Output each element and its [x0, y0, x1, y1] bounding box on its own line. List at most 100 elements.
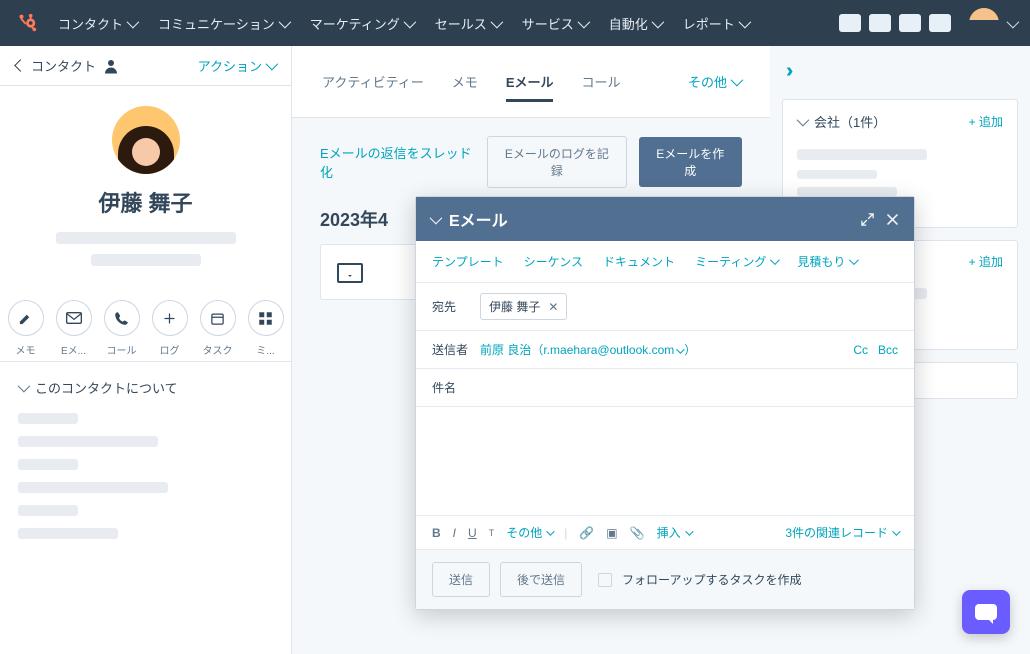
chevron-down-icon: [403, 15, 416, 28]
collapse-icon[interactable]: [430, 215, 439, 224]
compose-tab-meeting[interactable]: ミーティング: [695, 253, 777, 270]
sender-dropdown[interactable]: 前原 良治（r.maehara@outlook.com）: [480, 341, 696, 358]
send-later-button[interactable]: 後で送信: [500, 562, 582, 597]
chevron-down-icon: [546, 527, 554, 535]
action-email[interactable]: Eメ...: [53, 300, 95, 357]
chevron-down-icon[interactable]: [1007, 15, 1020, 28]
placeholder-line: [797, 170, 877, 179]
tab-other[interactable]: その他: [688, 62, 740, 101]
nav-automation[interactable]: 自動化: [609, 14, 661, 33]
compose-tab-template[interactable]: テンプレート: [432, 253, 504, 270]
link-icon[interactable]: 🔗: [579, 526, 594, 540]
chevron-down-icon: [797, 114, 810, 127]
chevron-down-icon: [490, 15, 503, 28]
action-task[interactable]: タスク: [197, 300, 239, 357]
italic-button[interactable]: I: [453, 526, 456, 540]
create-email-button[interactable]: Eメールを作成: [639, 137, 742, 187]
company-toggle[interactable]: 会社（1件）: [797, 112, 886, 131]
chevron-down-icon: [738, 15, 751, 28]
compose-title: Eメール: [449, 207, 850, 231]
compose-footer: 送信 後で送信 フォローアップするタスクを作成: [416, 549, 914, 609]
tab-call[interactable]: コール: [581, 62, 620, 101]
nav-pill[interactable]: [899, 14, 921, 32]
chevron-down-icon: [577, 15, 590, 28]
bcc-link[interactable]: Bcc: [878, 343, 898, 357]
compose-tabs: テンプレート シーケンス ドキュメント ミーティング 見積もり: [416, 241, 914, 283]
placeholder-line: [18, 528, 118, 539]
tab-email[interactable]: Eメール: [506, 62, 554, 101]
image-icon[interactable]: ▣: [606, 526, 617, 540]
attachment-icon[interactable]: 📎: [630, 526, 645, 540]
expand-panel-icon[interactable]: ››: [782, 60, 1018, 83]
placeholder-line: [18, 482, 168, 493]
nav-service[interactable]: サービス: [522, 14, 587, 33]
related-records[interactable]: 3件の関連レコード: [785, 524, 898, 541]
chevron-down-icon: [18, 380, 31, 393]
chevron-down-icon: [731, 74, 744, 87]
compose-tab-quote[interactable]: 見積もり: [797, 253, 856, 270]
nav-right: [839, 8, 1016, 38]
contact-sidebar: コンタクト アクション 伊藤 舞子 メモ Eメ... コール ログ タスク ミ.…: [0, 46, 292, 654]
nav-contacts[interactable]: コンタクト: [58, 14, 136, 33]
placeholder-line: [18, 505, 78, 516]
recipient-chip[interactable]: 伊藤 舞子✕: [480, 293, 567, 320]
action-log[interactable]: ログ: [149, 300, 191, 357]
from-field: 送信者 前原 良治（r.maehara@outlook.com） CcBcc: [416, 331, 914, 369]
thread-replies-link[interactable]: Eメールの返信をスレッド化: [320, 143, 475, 181]
nav-pill[interactable]: [929, 14, 951, 32]
chat-fab[interactable]: [962, 590, 1010, 634]
top-nav: コンタクト コミュニケーション マーケティング セールス サービス 自動化 レポ…: [0, 0, 1030, 46]
to-field[interactable]: 宛先 伊藤 舞子✕: [416, 283, 914, 331]
phone-icon: [114, 311, 129, 326]
chevron-down-icon: [266, 58, 279, 71]
format-other[interactable]: その他: [506, 524, 552, 541]
compose-tab-document[interactable]: ドキュメント: [603, 253, 675, 270]
remove-chip-icon[interactable]: ✕: [548, 300, 558, 314]
chevron-down-icon: [770, 255, 780, 265]
compose-body[interactable]: [416, 407, 914, 515]
add-company-link[interactable]: + 追加: [969, 113, 1003, 130]
action-call[interactable]: コール: [101, 300, 143, 357]
font-size-button[interactable]: T: [489, 528, 495, 538]
placeholder-line: [56, 232, 236, 244]
followup-label: フォローアップするタスクを作成: [622, 571, 802, 588]
about-toggle[interactable]: このコンタクトについて: [18, 378, 273, 397]
nav-pill[interactable]: [869, 14, 891, 32]
nav-communication[interactable]: コミュニケーション: [158, 14, 288, 33]
back-to-contacts[interactable]: コンタクト: [16, 56, 120, 75]
bold-button[interactable]: B: [432, 526, 441, 540]
compose-tab-sequence[interactable]: シーケンス: [524, 253, 583, 270]
tab-activity[interactable]: アクティビティー: [322, 62, 424, 101]
chevron-down-icon: [651, 15, 664, 28]
user-avatar-icon[interactable]: [969, 8, 999, 38]
insert-dropdown[interactable]: 挿入: [657, 524, 691, 541]
nav-links: コンタクト コミュニケーション マーケティング セールス サービス 自動化 レポ…: [58, 14, 839, 33]
placeholder-line: [18, 459, 78, 470]
chevron-down-icon: [849, 255, 859, 265]
followup-checkbox[interactable]: [598, 573, 612, 587]
chat-icon: [975, 604, 997, 620]
nav-sales[interactable]: セールス: [435, 14, 500, 33]
action-more[interactable]: ミ...: [245, 300, 287, 357]
contact-avatar[interactable]: [112, 106, 180, 174]
send-button[interactable]: 送信: [432, 562, 490, 597]
nav-reports[interactable]: レポート: [683, 14, 748, 33]
close-icon[interactable]: [885, 212, 900, 227]
hubspot-logo-icon[interactable]: [14, 10, 40, 36]
action-memo[interactable]: メモ: [5, 300, 47, 357]
log-email-button[interactable]: Eメールのログを記録: [487, 136, 626, 188]
add-related-link[interactable]: + 追加: [969, 253, 1003, 270]
nav-marketing[interactable]: マーケティング: [310, 14, 413, 33]
tab-memo[interactable]: メモ: [452, 62, 478, 101]
actions-dropdown[interactable]: アクション: [198, 56, 275, 75]
cc-link[interactable]: Cc: [853, 343, 868, 357]
subject-field[interactable]: 件名: [416, 369, 914, 407]
email-compose-modal: Eメール テンプレート シーケンス ドキュメント ミーティング 見積もり 宛先 …: [415, 196, 915, 610]
person-icon: [102, 57, 120, 75]
underline-button[interactable]: U: [468, 526, 477, 540]
activity-tabs: アクティビティー メモ Eメール コール その他: [292, 46, 770, 118]
chevron-left-icon: [14, 59, 27, 72]
nav-pill[interactable]: [839, 14, 861, 32]
subject-label: 件名: [432, 379, 468, 396]
expand-fullscreen-icon[interactable]: [860, 212, 875, 227]
